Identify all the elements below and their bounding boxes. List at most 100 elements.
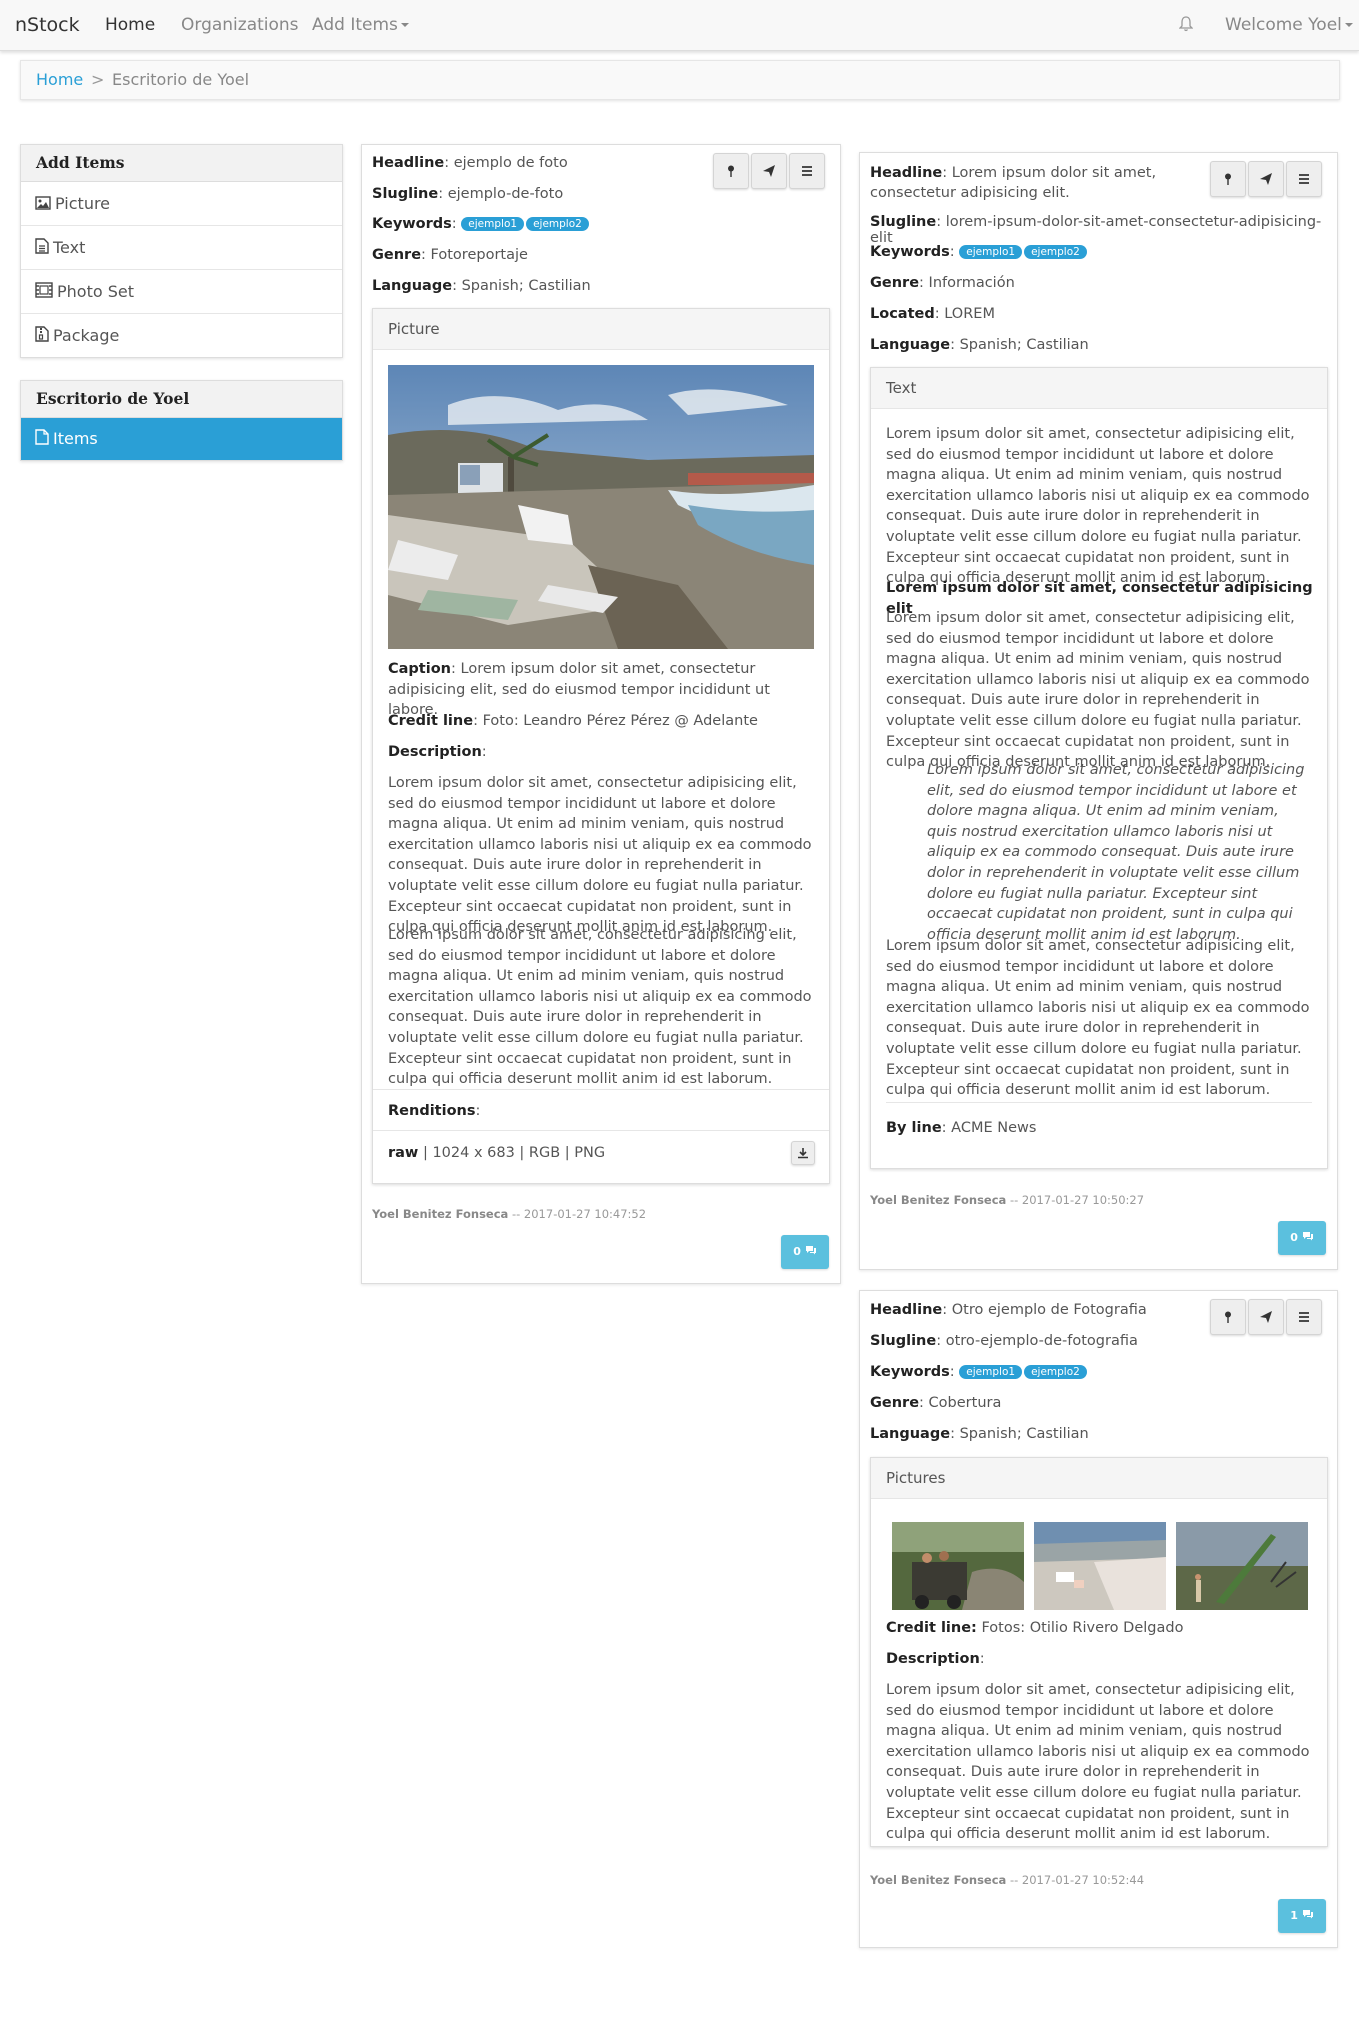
label: Renditions [388,1103,476,1119]
by-line: By line: ACME News [886,1120,1037,1136]
description-label: Description: [388,744,487,760]
item-card-picture: Headline: ejemplo de foto Slugline: ejem… [361,144,841,1284]
body-paragraph: Lorem ipsum dolor sit amet, consectetur … [886,610,1310,771]
photo-thumbnail[interactable] [1034,1522,1166,1610]
label: Slugline [372,186,439,202]
menu-button[interactable] [1286,1299,1322,1335]
keyword-badge[interactable]: ejemplo1 [461,217,525,231]
label: Slugline [870,1333,937,1349]
timestamp: -- 2017-01-27 10:47:52 [511,1207,647,1221]
chevron-down-icon [400,23,409,27]
comment-count: 1 [1290,1909,1298,1922]
pin-button[interactable] [713,153,749,189]
pin-button[interactable] [1210,1299,1246,1335]
genre-value: Cobertura [928,1395,1002,1411]
located: Located: LOREM [870,306,995,322]
menu-button[interactable] [789,153,825,189]
slugline-value: lorem-ipsum-dolor-sit-amet-consectetur-a… [870,214,1322,246]
author-line: Yoel Benitez Fonseca -- 2017-01-27 10:52… [870,1873,1144,1887]
genre-value: Información [928,275,1015,291]
label: Headline [372,155,445,171]
language: Language: Spanish; Castilian [372,278,591,294]
download-button[interactable] [791,1141,815,1165]
nav-home[interactable]: Home [105,15,155,35]
photo-image[interactable] [388,365,814,649]
send-button[interactable] [1248,1299,1284,1335]
breadcrumb-home[interactable]: Home [36,61,83,99]
comments-button[interactable]: 0 [781,1235,829,1269]
comments-icon [1302,1910,1313,1919]
keywords: Keywords: ejemplo1 ejemplo2 [372,216,591,232]
label: Genre [870,1395,920,1411]
file-archive-icon [35,315,49,358]
breadcrumb: Home > Escritorio de Yoel [20,60,1340,100]
timestamp: -- 2017-01-27 10:50:27 [1009,1193,1145,1207]
label: Caption [388,661,451,677]
label: Slugline [870,214,937,230]
menu-icon [1299,174,1309,184]
item-card-text: Headline: Lorem ipsum dolor sit amet, co… [859,152,1338,1270]
menu-button[interactable] [1286,161,1322,197]
comments-button[interactable]: 1 [1278,1899,1326,1933]
welcome-label: Welcome Yoel [1225,15,1342,35]
slugline: Slugline: ejemplo-de-foto [372,186,564,202]
body-paragraph: Lorem ipsum dolor sit amet, consectetur … [886,426,1310,587]
text-panel-title: Text [871,368,1327,409]
picture-panel-title: Picture [373,309,829,350]
description-paragraph: Lorem ipsum dolor sit amet, consectetur … [886,1682,1310,1843]
chevron-down-icon [1344,23,1353,27]
keyword-badge[interactable]: ejemplo2 [1024,245,1087,259]
headline: Headline: Otro ejemplo de Fotografia [870,1302,1147,1318]
headline: Headline: Lorem ipsum dolor sit amet, co… [870,165,1157,201]
send-button[interactable] [1248,161,1284,197]
genre: Genre: Fotoreportaje [372,247,528,263]
nav-add-items[interactable]: Add Items [312,15,409,35]
label: Description [388,744,482,760]
language-value: Spanish; Castilian [959,1426,1089,1442]
keyword-badge[interactable]: ejemplo1 [959,1365,1023,1379]
author-name: Yoel Benitez Fonseca [372,1207,509,1221]
slugline-value: otro-ejemplo-de-fotografia [945,1333,1138,1349]
description-label: Description: [886,1651,985,1667]
sidebar-item-photo-set[interactable]: Photo Set [21,270,342,314]
keywords: Keywords: ejemplo1 ejemplo2 [870,1364,1089,1380]
send-button[interactable] [751,153,787,189]
sidebar-item-picture[interactable]: Picture [21,182,342,226]
keyword-badge[interactable]: ejemplo2 [526,217,589,231]
map-marker-icon [728,165,734,177]
divider [886,1102,1312,1103]
author-line: Yoel Benitez Fonseca -- 2017-01-27 10:47… [372,1207,646,1221]
menu-icon [1299,1312,1309,1322]
menu-icon [802,166,812,176]
send-icon [1260,1311,1272,1323]
label: Language [870,1426,951,1442]
comments-button[interactable]: 0 [1278,1221,1326,1255]
credit-line: Credit line: Foto: Leandro Pérez Pérez @… [388,713,758,729]
brand-link[interactable]: nStock [15,14,80,36]
pin-button[interactable] [1210,161,1246,197]
sidebar-item-label: Items [53,429,98,448]
label: Headline [870,1302,943,1318]
keyword-badge[interactable]: ejemplo2 [1024,1365,1087,1379]
photo-thumbnail[interactable] [892,1522,1024,1610]
language-value: Spanish; Castilian [461,278,591,294]
user-menu[interactable]: Welcome Yoel [1225,15,1353,35]
map-marker-icon [1225,1311,1231,1323]
map-marker-icon [1225,173,1231,185]
navbar: nStock Home Organizations Add Items Welc… [0,0,1359,51]
breadcrumb-separator: > [91,70,105,89]
slugline: Slugline: lorem-ipsum-dolor-sit-amet-con… [870,214,1322,246]
label: Language [372,278,453,294]
photo-thumbnail[interactable] [1176,1522,1308,1610]
keyword-badge[interactable]: ejemplo1 [959,245,1023,259]
bell-icon[interactable] [1178,16,1194,37]
sidebar-item-text[interactable]: Text [21,226,342,270]
renditions-label: Renditions: [388,1103,481,1119]
desk-title: Escritorio de Yoel [21,381,342,418]
nav-organizations[interactable]: Organizations [181,15,299,35]
label: By line [886,1120,942,1136]
picture-panel: Picture Caption: Lorem ipsum dolor sit a… [372,308,830,1184]
sidebar-item-package[interactable]: Package [21,314,342,357]
file-icon [35,419,49,461]
sidebar-item-items[interactable]: Items [21,418,342,460]
